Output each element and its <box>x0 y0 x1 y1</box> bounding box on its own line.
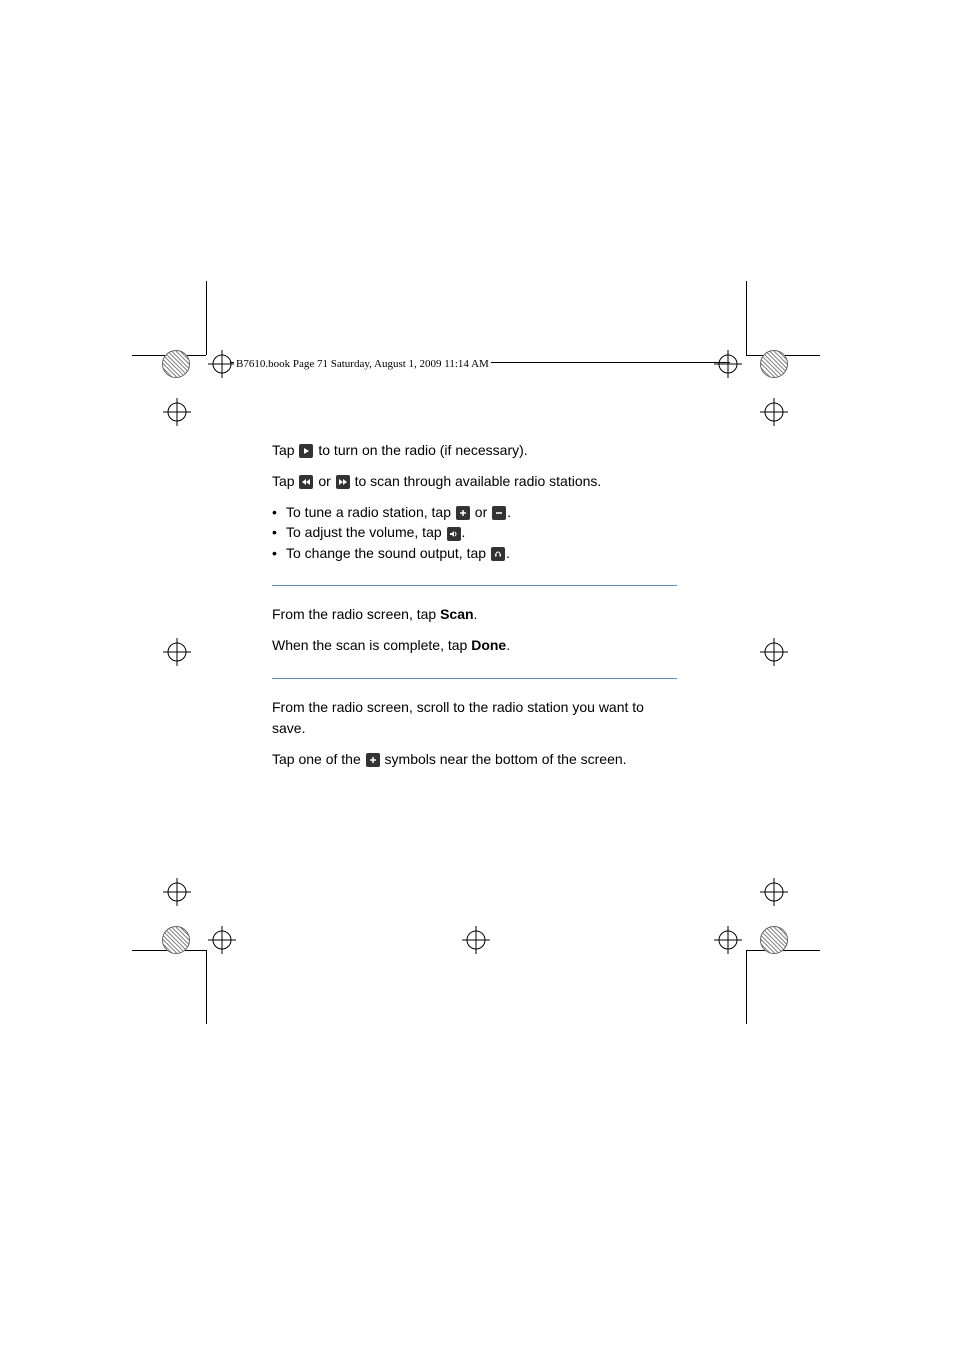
registration-mark <box>714 926 742 954</box>
registration-mark <box>208 926 236 954</box>
text: symbols near the bottom of the screen. <box>381 751 627 767</box>
text: . <box>506 637 510 653</box>
next-icon <box>336 475 350 489</box>
registration-mark <box>163 398 191 426</box>
text: . <box>506 545 510 561</box>
bold-label: Done <box>471 637 506 653</box>
crop-mark <box>746 281 747 355</box>
registration-mark <box>760 398 788 426</box>
list-item: To adjust the volume, tap . <box>272 522 677 542</box>
volume-icon <box>447 527 461 541</box>
color-target-icon <box>162 926 190 954</box>
text: or <box>471 504 491 520</box>
instruction-line: From the radio screen, scroll to the rad… <box>272 697 677 739</box>
text: Tap <box>272 442 298 458</box>
crop-mark <box>206 950 207 1024</box>
list-item: To tune a radio station, tap or . <box>272 502 677 522</box>
color-target-icon <box>162 350 190 378</box>
registration-mark <box>760 878 788 906</box>
crop-mark <box>746 950 747 1024</box>
text: to scan through available radio stations… <box>351 473 602 489</box>
text: or <box>314 473 334 489</box>
text: . <box>507 504 511 520</box>
instruction-line: Tap one of the symbols near the bottom o… <box>272 749 677 770</box>
instruction-line: Tap or to scan through available radio s… <box>272 471 677 492</box>
plus-icon <box>456 506 470 520</box>
registration-mark <box>163 878 191 906</box>
text: . <box>474 606 478 622</box>
text: To tune a radio station, tap <box>286 504 455 520</box>
instruction-line: Tap to turn on the radio (if necessary). <box>272 440 677 461</box>
registration-mark <box>208 350 236 378</box>
headset-icon <box>491 547 505 561</box>
text: To adjust the volume, tap <box>286 524 446 540</box>
text: To change the sound output, tap <box>286 545 490 561</box>
previous-icon <box>299 475 313 489</box>
page-header-text: B7610.book Page 71 Saturday, August 1, 2… <box>234 358 491 370</box>
registration-mark <box>760 638 788 666</box>
section-divider <box>272 585 677 586</box>
section-divider <box>272 678 677 679</box>
page-content: Tap to turn on the radio (if necessary).… <box>272 440 677 780</box>
text: . <box>462 524 466 540</box>
plus-icon <box>366 753 380 767</box>
bold-label: Scan <box>440 606 473 622</box>
color-target-icon <box>760 926 788 954</box>
minus-icon <box>492 506 506 520</box>
text: Tap one of the <box>272 751 365 767</box>
instruction-line: From the radio screen, tap Scan. <box>272 604 677 625</box>
crop-mark <box>206 281 207 355</box>
text: When the scan is complete, tap <box>272 637 471 653</box>
registration-mark <box>462 926 490 954</box>
text: Tap <box>272 473 298 489</box>
instruction-line: When the scan is complete, tap Done. <box>272 635 677 656</box>
list-item: To change the sound output, tap . <box>272 543 677 563</box>
registration-mark <box>714 350 742 378</box>
play-icon <box>299 444 313 458</box>
registration-mark <box>163 638 191 666</box>
color-target-icon <box>760 350 788 378</box>
text: to turn on the radio (if necessary). <box>314 442 527 458</box>
text: From the radio screen, tap <box>272 606 440 622</box>
bullet-list: To tune a radio station, tap or . To adj… <box>272 502 677 563</box>
